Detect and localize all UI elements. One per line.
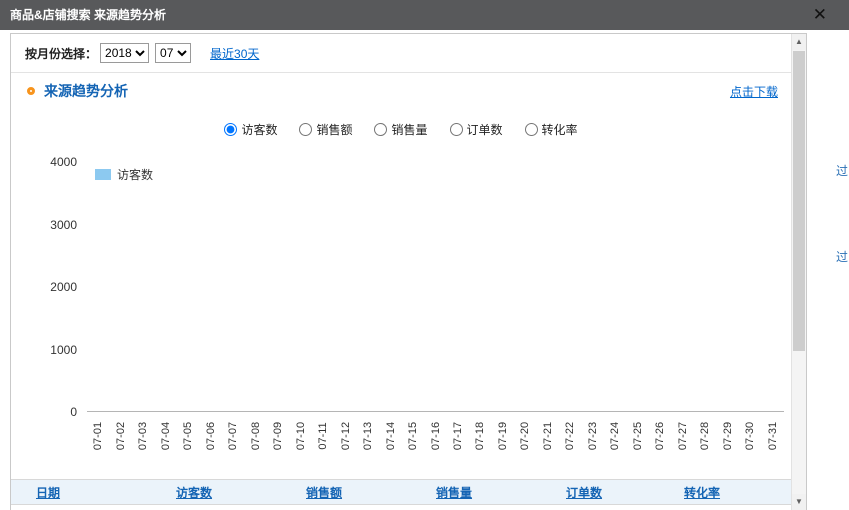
y-axis-tick-label: 4000 [50, 155, 77, 169]
x-axis-label: 07-27 [672, 412, 694, 460]
metric-radio[interactable]: 销售额 [299, 121, 352, 138]
data-table-header: 日期访客数销售额销售量订单数转化率 [11, 479, 791, 505]
x-axis-label: 07-08 [244, 412, 266, 460]
close-icon[interactable]: ✕ [813, 0, 827, 30]
x-axis-label: 07-15 [402, 412, 424, 460]
plot-area: 访客数 [87, 162, 784, 412]
x-axis-label: 07-23 [582, 412, 604, 460]
x-axis-label: 07-09 [267, 412, 289, 460]
x-axis-label: 07-18 [469, 412, 491, 460]
table-column-header[interactable]: 转化率 [684, 484, 720, 501]
download-link[interactable]: 点击下载 [730, 83, 778, 100]
table-column-header[interactable]: 销售额 [306, 484, 436, 501]
metric-radio-label: 销售量 [391, 121, 427, 138]
dialog: 商品&店铺搜索 来源趋势分析 ✕ 过 过 按月份选择： 2018 07 最近30… [0, 0, 849, 510]
metric-radio-input[interactable] [525, 123, 538, 136]
x-axis-label: 07-12 [334, 412, 356, 460]
month-picker-row: 按月份选择： 2018 07 最近30天 [25, 42, 259, 64]
x-axis-label: 07-03 [132, 412, 154, 460]
x-axis-label: 07-05 [177, 412, 199, 460]
x-axis-label: 07-19 [492, 412, 514, 460]
x-axis-label: 07-06 [199, 412, 221, 460]
metric-radio-label: 订单数 [467, 121, 503, 138]
table-column-header[interactable]: 订单数 [566, 484, 684, 501]
x-axis-label: 07-14 [379, 412, 401, 460]
metric-radio-input[interactable] [450, 123, 463, 136]
table-column-header[interactable]: 访客数 [176, 484, 306, 501]
y-axis: 01000200030004000 [21, 162, 87, 412]
x-axis-label: 07-25 [627, 412, 649, 460]
metric-radio-label: 访客数 [241, 121, 277, 138]
x-axis-label: 07-31 [762, 412, 784, 460]
metric-radio-label: 销售额 [316, 121, 352, 138]
metric-radio-group: 访客数 销售额 销售量 订单数 转化率 [11, 121, 791, 138]
x-axis-label: 07-30 [739, 412, 761, 460]
x-axis-label: 07-11 [312, 412, 334, 460]
table-column-header[interactable]: 日期 [36, 484, 176, 501]
x-axis-label: 07-07 [222, 412, 244, 460]
x-axis-label: 07-20 [514, 412, 536, 460]
scroll-up-arrow-icon[interactable]: ▲ [792, 34, 806, 50]
x-axis-label: 07-10 [289, 412, 311, 460]
x-axis-label: 07-21 [537, 412, 559, 460]
metric-radio[interactable]: 销售量 [374, 121, 427, 138]
metric-radio-input[interactable] [374, 123, 387, 136]
side-tab-partial[interactable]: 过 [836, 163, 849, 179]
x-axis-label: 07-16 [424, 412, 446, 460]
y-axis-tick-label: 0 [70, 405, 77, 419]
dialog-title: 商品&店铺搜索 来源趋势分析 [10, 8, 166, 22]
x-axis: 07-0107-0207-0307-0407-0507-0607-0707-08… [87, 412, 784, 460]
y-axis-tick-label: 2000 [50, 280, 77, 294]
scroll-down-arrow-icon[interactable]: ▼ [792, 494, 806, 510]
vertical-scrollbar[interactable]: ▲ ▼ [791, 34, 806, 510]
section-title: 来源趋势分析 [44, 81, 128, 101]
section-header: 来源趋势分析 点击下载 [27, 80, 778, 102]
x-axis-label: 07-04 [154, 412, 176, 460]
metric-radio[interactable]: 转化率 [525, 121, 578, 138]
dialog-body: 按月份选择： 2018 07 最近30天 来源趋势分析 点击下载 访客数销售额销… [10, 33, 807, 510]
divider [11, 72, 806, 73]
x-axis-label: 07-02 [109, 412, 131, 460]
section-bullet-icon [27, 87, 35, 95]
x-axis-label: 07-24 [604, 412, 626, 460]
recent-30-days-link[interactable]: 最近30天 [210, 45, 259, 62]
month-select[interactable]: 07 [155, 43, 191, 63]
x-axis-label: 07-29 [717, 412, 739, 460]
year-select[interactable]: 2018 [100, 43, 149, 63]
month-picker-label: 按月份选择： [25, 45, 97, 62]
x-axis-label: 07-13 [357, 412, 379, 460]
y-axis-tick-label: 3000 [50, 218, 77, 232]
dialog-titlebar: 商品&店铺搜索 来源趋势分析 ✕ [0, 0, 849, 30]
table-column-header[interactable]: 销售量 [436, 484, 566, 501]
x-axis-label: 07-28 [694, 412, 716, 460]
metric-radio-input[interactable] [224, 123, 237, 136]
side-tab-partial[interactable]: 过 [836, 249, 849, 265]
metric-radio-input[interactable] [299, 123, 312, 136]
x-axis-label: 07-22 [559, 412, 581, 460]
metric-radio-label: 转化率 [542, 121, 578, 138]
x-axis-label: 07-17 [447, 412, 469, 460]
x-axis-label: 07-01 [87, 412, 109, 460]
trend-bar-chart: 01000200030004000 访客数 07-0107-0207-0307-… [21, 162, 784, 460]
y-axis-tick-label: 1000 [50, 343, 77, 357]
metric-radio[interactable]: 订单数 [450, 121, 503, 138]
x-axis-label: 07-26 [649, 412, 671, 460]
bar-series [87, 162, 784, 411]
metric-radio[interactable]: 访客数 [224, 121, 277, 138]
scrollbar-thumb[interactable] [793, 51, 805, 351]
